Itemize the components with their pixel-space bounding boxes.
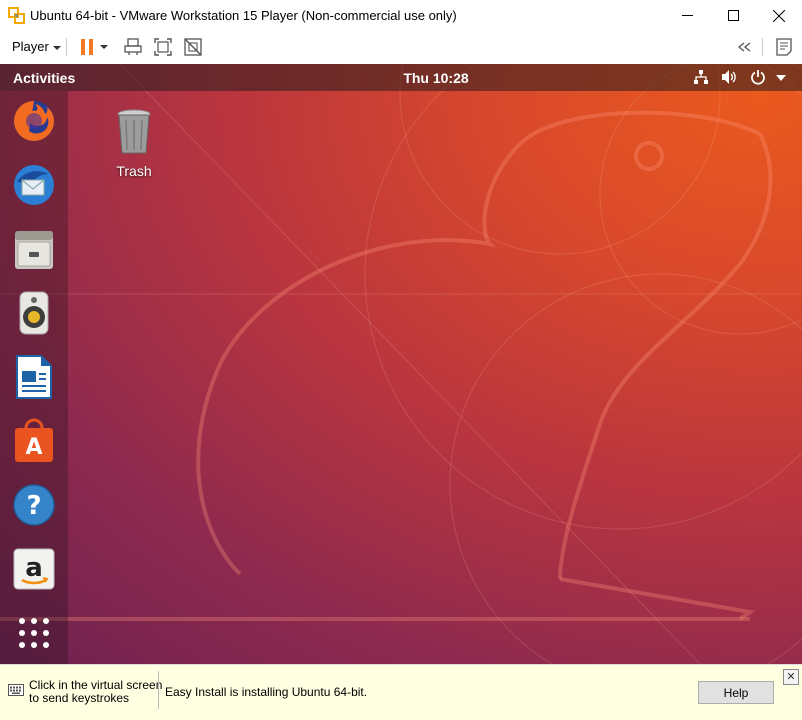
collapse-icon — [737, 42, 751, 52]
minimize-icon — [681, 15, 693, 16]
help-button[interactable]: Help — [698, 681, 774, 704]
message-log-icon — [776, 38, 792, 56]
message-log-button[interactable] — [773, 37, 795, 57]
dock-item-help[interactable]: ? — [10, 481, 58, 529]
maximize-button[interactable] — [710, 0, 756, 31]
dock-item-rhythmbox[interactable] — [10, 289, 58, 337]
pause-button[interactable] — [76, 37, 98, 57]
show-applications-icon — [19, 618, 49, 648]
svg-text:A: A — [25, 435, 42, 460]
unity-icon — [184, 38, 202, 56]
volume-icon[interactable] — [721, 69, 738, 85]
vmware-toolbar: Player — [0, 31, 802, 64]
collapse-toolbar-button[interactable] — [734, 37, 756, 57]
keystroke-hint-line2: to send keystrokes — [29, 691, 130, 705]
ubuntu-software-icon: A — [15, 418, 53, 462]
maximize-icon — [727, 10, 739, 21]
send-ctrl-alt-del-button[interactable] — [122, 37, 144, 57]
close-icon — [773, 9, 785, 22]
desktop-trash[interactable]: Trash — [108, 108, 160, 179]
chevron-down-icon — [100, 45, 108, 49]
dismiss-statusbar-button[interactable]: ✕ — [783, 669, 799, 685]
window-titlebar: Ubuntu 64-bit - VMware Workstation 15 Pl… — [0, 0, 802, 32]
close-button[interactable] — [756, 0, 802, 31]
virtual-screen[interactable]: Activities Thu 10:28 A ? a Trash — [0, 64, 802, 664]
show-applications-button[interactable] — [10, 609, 58, 657]
dock-item-firefox[interactable] — [10, 97, 58, 145]
pause-dropdown[interactable] — [97, 37, 111, 57]
vmware-app-icon — [8, 7, 25, 24]
dock-item-amazon[interactable]: a — [10, 545, 58, 593]
power-icon[interactable] — [750, 69, 766, 85]
chevron-down-icon — [52, 45, 61, 50]
svg-text:a: a — [25, 553, 43, 583]
keyboard-icon — [8, 684, 24, 696]
dock-item-libreoffice-writer[interactable] — [10, 353, 58, 401]
thunderbird-icon — [14, 165, 54, 205]
player-menu-label: Player — [12, 39, 49, 54]
chevron-down-icon[interactable] — [776, 75, 786, 81]
close-icon: ✕ — [786, 670, 796, 683]
unity-button[interactable] — [182, 37, 204, 57]
statusbar-divider — [158, 671, 159, 709]
rhythmbox-icon — [19, 291, 49, 335]
toolbar-divider — [66, 38, 67, 56]
help-icon: ? — [13, 484, 55, 526]
files-icon — [15, 231, 53, 269]
player-menu[interactable]: Player — [12, 39, 61, 54]
minimize-button[interactable] — [664, 0, 710, 31]
network-icon[interactable] — [693, 69, 709, 85]
amazon-icon: a — [13, 548, 55, 590]
keystroke-hint: Click in the virtual screen to send keys… — [29, 679, 162, 705]
clock[interactable]: Thu 10:28 — [0, 70, 802, 86]
svg-text:?: ? — [26, 491, 41, 521]
firefox-icon — [14, 101, 54, 141]
libreoffice-writer-icon — [16, 355, 52, 399]
vmware-statusbar: Click in the virtual screen to send keys… — [0, 664, 802, 720]
fullscreen-icon — [154, 38, 172, 56]
pause-icon — [81, 39, 93, 55]
dock-item-thunderbird[interactable] — [10, 161, 58, 209]
dock-item-files[interactable] — [10, 225, 58, 273]
gnome-topbar: Activities Thu 10:28 — [0, 64, 802, 91]
ubuntu-dock: A ? a — [0, 91, 68, 664]
install-status-message: Easy Install is installing Ubuntu 64-bit… — [165, 685, 368, 699]
dock-item-ubuntu-software[interactable]: A — [10, 417, 58, 465]
fullscreen-button[interactable] — [152, 37, 174, 57]
trash-icon — [117, 109, 151, 154]
window-title: Ubuntu 64-bit - VMware Workstation 15 Pl… — [30, 8, 457, 23]
toolbar-divider — [762, 38, 763, 56]
send-ctrl-alt-del-icon — [124, 38, 142, 55]
trash-label: Trash — [116, 163, 152, 179]
